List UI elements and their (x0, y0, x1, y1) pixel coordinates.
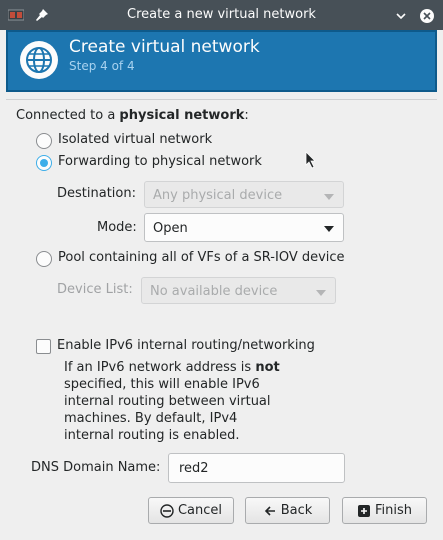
mode-label: Mode: (97, 220, 137, 235)
connection-heading-prefix: Connected to a (16, 108, 120, 123)
radio-forwarding[interactable] (36, 155, 52, 171)
ipv6-help-l1-bold: not (255, 360, 280, 375)
dns-domain-value: red2 (179, 461, 209, 476)
chevron-down-icon (316, 290, 326, 296)
destination-select: Any physical device (144, 181, 344, 208)
mode-select[interactable]: Open (144, 213, 344, 242)
device-list-value: No available device (150, 284, 278, 299)
connection-heading: Connected to a physical network: (16, 108, 249, 123)
ipv6-help-line-5: internal routing is enabled. (64, 428, 240, 443)
connection-heading-emphasis: physical network (119, 108, 245, 123)
ipv6-help-line-3: internal routing between virtual (64, 394, 271, 409)
radio-forwarding-label[interactable]: Forwarding to physical network (58, 154, 262, 169)
wizard-title: Create virtual network (69, 37, 260, 57)
mode-value: Open (153, 221, 188, 236)
ipv6-label[interactable]: Enable IPv6 internal routing/networking (57, 338, 315, 353)
ipv6-help-l1-pre: If an IPv6 network address is (64, 360, 256, 375)
window-titlebar: Create a new virtual network (0, 0, 443, 30)
chevron-down-icon (324, 226, 334, 232)
ipv6-checkbox[interactable] (36, 339, 51, 354)
globe-icon (20, 41, 58, 79)
header-divider (6, 99, 437, 100)
radio-isolated[interactable] (36, 133, 52, 149)
back-button[interactable]: Back (245, 497, 330, 524)
finish-button[interactable]: Finish (342, 497, 427, 524)
mouse-cursor-icon (305, 151, 316, 169)
wizard-step: Step 4 of 4 (69, 59, 135, 73)
radio-pool[interactable] (36, 251, 52, 267)
add-icon (357, 504, 370, 517)
ipv6-help-text: If an IPv6 network address is not specif… (64, 359, 280, 444)
close-button[interactable] (417, 5, 437, 25)
finish-label: Finish (374, 503, 412, 518)
dns-label: DNS Domain Name: (31, 460, 161, 475)
cancel-button[interactable]: Cancel (148, 497, 234, 524)
ipv6-help-line-1: If an IPv6 network address is not (64, 359, 280, 376)
cancel-label: Cancel (177, 503, 223, 518)
device-list-label: Device List: (57, 282, 133, 297)
close-icon (420, 8, 434, 23)
destination-value: Any physical device (153, 188, 283, 203)
dns-domain-input[interactable]: red2 (168, 453, 345, 483)
destination-label: Destination: (57, 186, 136, 201)
ipv6-help-line-2: specified, this will enable IPv6 (64, 377, 260, 392)
window-title: Create a new virtual network (127, 7, 316, 22)
chevron-down-icon (396, 12, 406, 19)
radio-isolated-label[interactable]: Isolated virtual network (58, 132, 212, 147)
arrow-left-icon (264, 505, 275, 516)
back-label: Back (280, 503, 313, 518)
cancel-icon (160, 503, 174, 518)
chevron-down-icon (324, 194, 334, 200)
connection-heading-suffix: : (244, 108, 249, 123)
wizard-header: Create virtual network Step 4 of 4 (6, 30, 437, 92)
minimize-button[interactable] (391, 5, 411, 25)
ipv6-help-line-4: machines. By default, IPv4 (64, 411, 238, 426)
radio-pool-label[interactable]: Pool containing all of VFs of a SR-IOV d… (58, 250, 345, 265)
device-list-select: No available device (141, 277, 336, 304)
